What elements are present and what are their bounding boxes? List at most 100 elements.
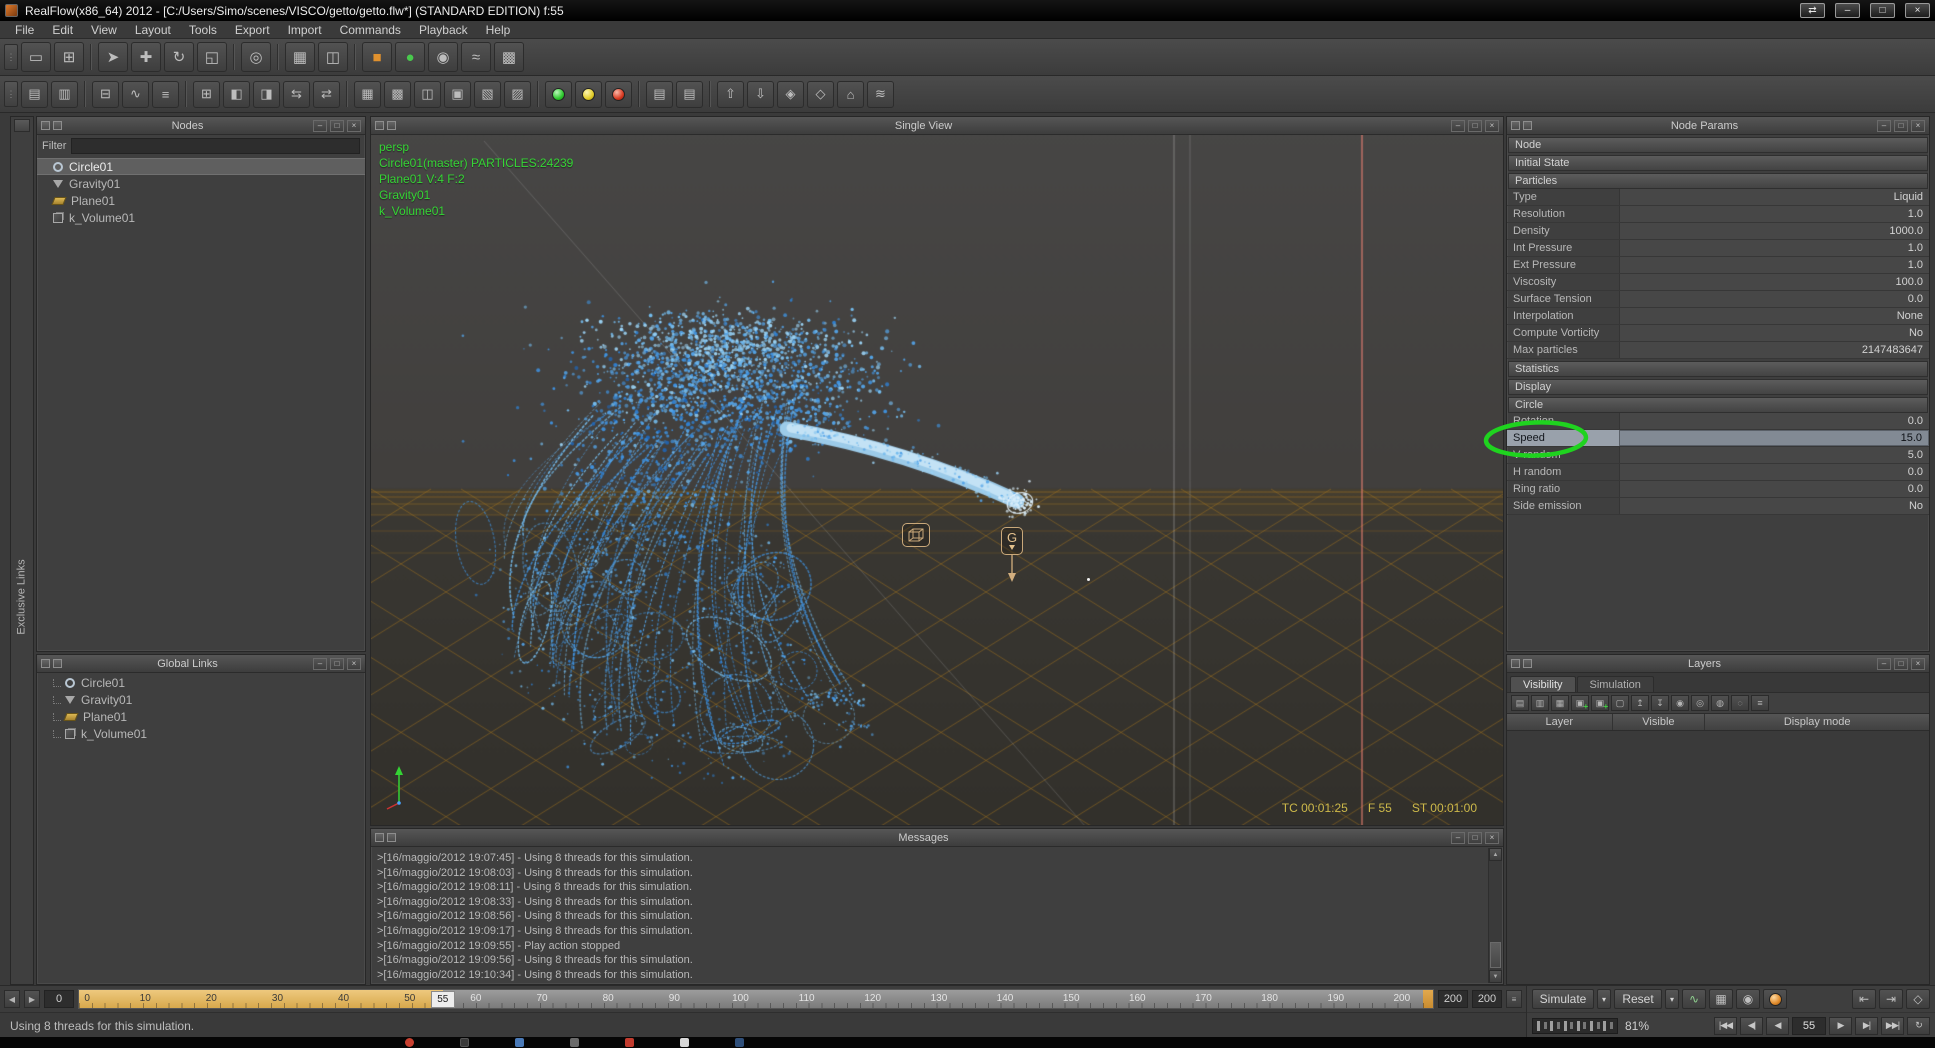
layer-move-down-icon[interactable]: ↧ bbox=[1651, 695, 1669, 711]
menu-edit[interactable]: Edit bbox=[43, 22, 82, 38]
links-table-icon[interactable]: ▥ bbox=[51, 81, 78, 108]
menu-import[interactable]: Import bbox=[279, 22, 331, 38]
snapshot-icon[interactable]: ◇ bbox=[1906, 989, 1930, 1009]
layer-duplicate-icon[interactable]: ▦ bbox=[1551, 695, 1569, 711]
grid-mesh-icon[interactable]: ▩ bbox=[384, 81, 411, 108]
scroll-up-icon[interactable]: ▲ bbox=[1489, 848, 1502, 861]
gem-icon[interactable]: ◈ bbox=[777, 81, 804, 108]
timeline-ruler[interactable]: 0 10 20 30 40 50 60 70 80 90 100 110 120… bbox=[78, 989, 1434, 1009]
add-emitter-icon[interactable]: ■ bbox=[362, 42, 392, 72]
timeline-start-field[interactable]: 0 bbox=[44, 990, 74, 1008]
prev-keyframe-button[interactable]: ◀| bbox=[1740, 1017, 1763, 1035]
param-value[interactable]: Liquid bbox=[1619, 189, 1929, 205]
layers-titlebar[interactable]: Layers – □ × bbox=[1507, 655, 1929, 673]
move-tool-icon[interactable]: ✚ bbox=[131, 42, 161, 72]
mesh-build-icon[interactable]: ▦ bbox=[354, 81, 381, 108]
taskbar-app-icon[interactable] bbox=[570, 1038, 579, 1047]
export-data-icon[interactable]: ▤ bbox=[676, 81, 703, 108]
messages-scrollbar[interactable]: ▲ ▼ bbox=[1488, 848, 1502, 983]
link-item-kvolume01[interactable]: k_Volume01 bbox=[37, 725, 365, 742]
param-value[interactable]: 1000.0 bbox=[1619, 223, 1929, 239]
go-to-start-button[interactable]: |◀◀ bbox=[1714, 1017, 1737, 1035]
param-row-type[interactable]: Type Liquid bbox=[1507, 189, 1929, 206]
scroll-down-icon[interactable]: ▼ bbox=[1489, 970, 1502, 983]
panel-float-icon[interactable]: □ bbox=[1468, 120, 1482, 132]
viewport-titlebar[interactable]: Single View – □ × bbox=[371, 117, 1503, 135]
param-value[interactable]: None bbox=[1619, 308, 1929, 324]
panel-minimize-icon[interactable]: – bbox=[1877, 658, 1891, 670]
image-viewer-icon[interactable]: ◨ bbox=[253, 81, 280, 108]
panel-close-icon[interactable]: × bbox=[1911, 120, 1925, 132]
maxwell-icon[interactable]: ▨ bbox=[504, 81, 531, 108]
panel-float-icon[interactable]: □ bbox=[1894, 120, 1908, 132]
param-value[interactable]: 0.0 bbox=[1619, 481, 1929, 497]
filter-input[interactable] bbox=[71, 138, 360, 154]
section-display[interactable]: Display bbox=[1508, 379, 1928, 395]
panel-close-icon[interactable]: × bbox=[1485, 832, 1499, 844]
section-particles[interactable]: Particles bbox=[1508, 173, 1928, 189]
sim-status-green-icon[interactable] bbox=[545, 81, 572, 108]
param-row-rotation[interactable]: Rotation 0.0 bbox=[1507, 413, 1929, 430]
timeline-collapse-right-icon[interactable]: ▶ bbox=[24, 990, 40, 1008]
param-value[interactable]: 2147483647 bbox=[1619, 342, 1929, 358]
menu-playback[interactable]: Playback bbox=[410, 22, 477, 38]
layer-remove-node-icon[interactable]: ▢ bbox=[1611, 695, 1629, 711]
param-row-viscosity[interactable]: Viscosity 100.0 bbox=[1507, 274, 1929, 291]
batch-script-icon[interactable]: ⊞ bbox=[193, 81, 220, 108]
range-end-field[interactable]: 200 bbox=[1438, 990, 1468, 1008]
gravity-gizmo[interactable]: G bbox=[1001, 527, 1023, 583]
maximize-button[interactable]: □ bbox=[1870, 3, 1895, 18]
panel-close-icon[interactable]: × bbox=[347, 658, 361, 670]
panel-float-icon[interactable]: □ bbox=[1894, 658, 1908, 670]
retime-right-icon[interactable]: ⇥ bbox=[1879, 989, 1903, 1009]
step-forward-button[interactable]: ▶| bbox=[1855, 1017, 1878, 1035]
toolbar-grip[interactable]: ⋮ bbox=[4, 44, 18, 70]
kvolume-gizmo[interactable] bbox=[902, 523, 930, 547]
param-value[interactable]: No bbox=[1619, 498, 1929, 514]
layer-lock-icon[interactable]: ◌ bbox=[1731, 695, 1749, 711]
swap-arrows-icon[interactable]: ⇄ bbox=[1800, 3, 1825, 18]
nodes-panel-titlebar[interactable]: Nodes – □ × bbox=[37, 117, 365, 135]
diamond-icon[interactable]: ◇ bbox=[807, 81, 834, 108]
sim-status-yellow-icon[interactable] bbox=[575, 81, 602, 108]
panel-minimize-icon[interactable]: – bbox=[313, 658, 327, 670]
param-value[interactable]: 0.0 bbox=[1619, 413, 1929, 429]
add-daemon-icon[interactable]: ● bbox=[395, 42, 425, 72]
tab-simulation[interactable]: Simulation bbox=[1577, 676, 1654, 692]
export-up-icon[interactable]: ⇧ bbox=[717, 81, 744, 108]
add-cube-icon[interactable]: ▦ bbox=[285, 42, 315, 72]
layer-settings-icon[interactable]: ≡ bbox=[1751, 695, 1769, 711]
object-mesh-icon[interactable]: ◫ bbox=[414, 81, 441, 108]
param-row-speed[interactable]: Speed 15.0 bbox=[1507, 430, 1929, 447]
waves-alt-icon[interactable]: ≋ bbox=[867, 81, 894, 108]
layers-list[interactable] bbox=[1507, 731, 1929, 984]
layer-delete-icon[interactable]: ▥ bbox=[1531, 695, 1549, 711]
movie-player-icon[interactable]: ◧ bbox=[223, 81, 250, 108]
panel-minimize-icon[interactable]: – bbox=[1877, 120, 1891, 132]
current-frame-field[interactable]: 55 bbox=[1792, 1017, 1826, 1035]
menu-layout[interactable]: Layout bbox=[126, 22, 180, 38]
param-row-side-emission[interactable]: Side emission No bbox=[1507, 498, 1929, 515]
link-item-plane01[interactable]: Plane01 bbox=[37, 708, 365, 725]
camera-icon[interactable]: ◉ bbox=[428, 42, 458, 72]
param-row-v-random[interactable]: V random 5.0 bbox=[1507, 447, 1929, 464]
param-row-density[interactable]: Density 1000.0 bbox=[1507, 223, 1929, 240]
menu-tools[interactable]: Tools bbox=[180, 22, 226, 38]
timeline-collapse-left-icon[interactable]: ◀ bbox=[4, 990, 20, 1008]
param-row-interpolation[interactable]: Interpolation None bbox=[1507, 308, 1929, 325]
preview-eye-icon[interactable]: ◉ bbox=[1736, 989, 1760, 1009]
node-item-circle01[interactable]: Circle01 bbox=[37, 158, 365, 175]
realwave-icon[interactable]: ≈ bbox=[461, 42, 491, 72]
titlebar[interactable]: RealFlow(x86_64) 2012 - [C:/Users/Simo/s… bbox=[0, 0, 1935, 21]
global-links-titlebar[interactable]: Global Links – □ × bbox=[37, 655, 365, 673]
panel-float-icon[interactable]: □ bbox=[330, 120, 344, 132]
nodes-table-icon[interactable]: ▤ bbox=[21, 81, 48, 108]
sim-state-led[interactable] bbox=[1763, 989, 1787, 1009]
messages-titlebar[interactable]: Messages – □ × bbox=[371, 829, 1503, 847]
go-to-end-button[interactable]: ▶▶| bbox=[1881, 1017, 1904, 1035]
close-button[interactable]: × bbox=[1905, 3, 1930, 18]
layer-add-selected-icon[interactable]: ▣+ bbox=[1591, 695, 1609, 711]
param-value[interactable]: 1.0 bbox=[1619, 240, 1929, 256]
layout-panels-icon[interactable]: ⊟ bbox=[92, 81, 119, 108]
sim-status-red-icon[interactable] bbox=[605, 81, 632, 108]
